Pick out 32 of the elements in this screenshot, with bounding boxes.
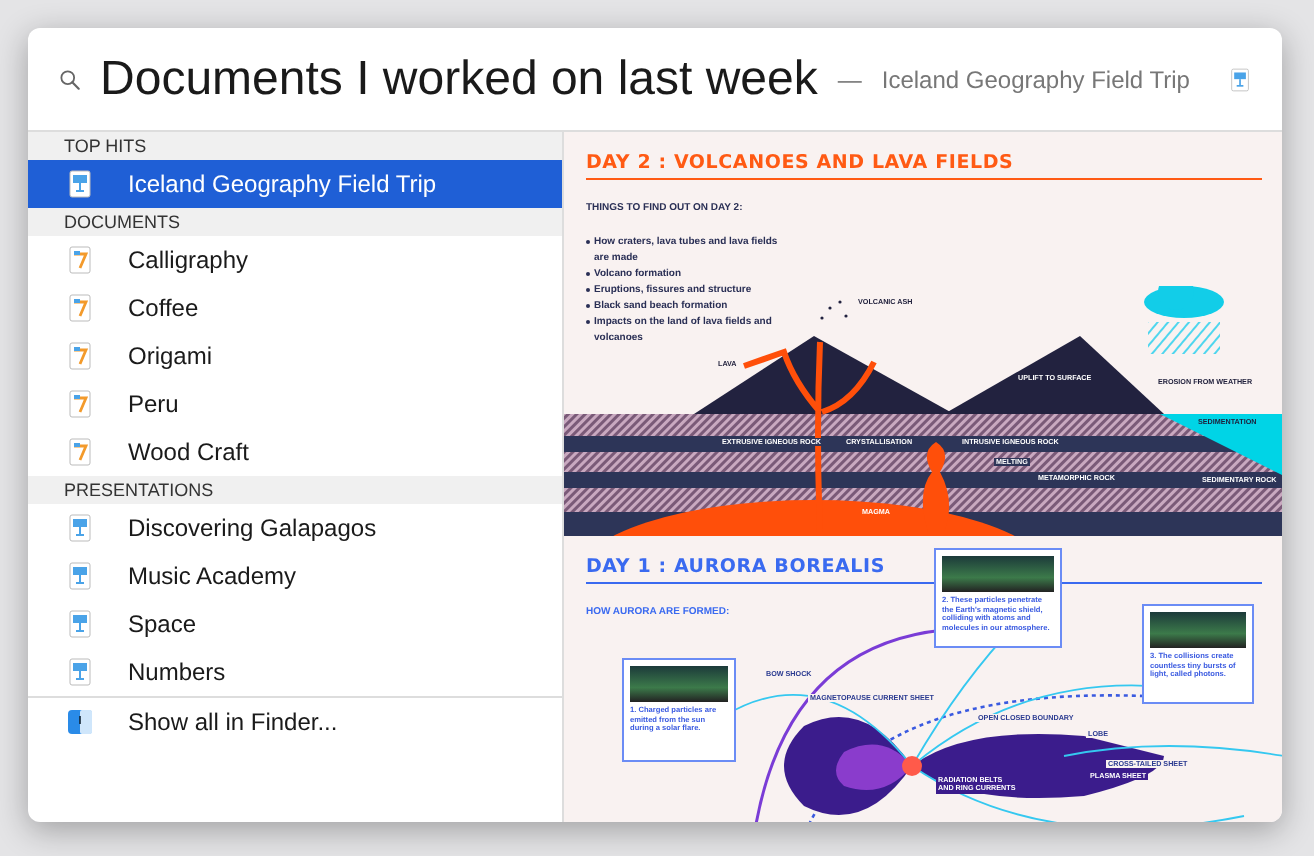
section-header: TOP HITS bbox=[28, 132, 562, 160]
result-item[interactable]: Discovering Galapagos bbox=[28, 504, 562, 552]
result-item[interactable]: Numbers bbox=[28, 648, 562, 696]
result-item[interactable]: Wood Craft bbox=[28, 428, 562, 476]
document-file-icon bbox=[68, 294, 92, 322]
document-file-icon bbox=[68, 390, 92, 418]
document-file-icon bbox=[68, 246, 92, 274]
presentation-file-icon bbox=[68, 170, 92, 198]
result-item[interactable]: Calligraphy bbox=[28, 236, 562, 284]
presentation-file-icon bbox=[68, 658, 92, 686]
result-item[interactable]: Origami bbox=[28, 332, 562, 380]
section-title: DAY 2 : VOLCANOES AND LAVA FIELDS bbox=[586, 152, 1262, 180]
result-item[interactable]: Iceland Geography Field Trip bbox=[28, 160, 562, 208]
presentation-file-icon bbox=[68, 562, 92, 590]
section-header: DOCUMENTS bbox=[28, 208, 562, 236]
finder-icon bbox=[68, 710, 92, 734]
separator-dash: — bbox=[837, 65, 862, 93]
photo-placeholder bbox=[942, 556, 1054, 592]
result-item[interactable]: Peru bbox=[28, 380, 562, 428]
top-hit-hint: Iceland Geography Field Trip bbox=[881, 65, 1190, 93]
photo-placeholder bbox=[1150, 612, 1246, 648]
section-header: PRESENTATIONS bbox=[28, 476, 562, 504]
show-in-finder-item[interactable]: Show all in Finder... bbox=[28, 696, 562, 746]
document-file-icon bbox=[68, 342, 92, 370]
result-item[interactable]: Music Academy bbox=[28, 552, 562, 600]
search-query[interactable]: Documents I worked on last week bbox=[100, 51, 818, 107]
presentation-file-icon bbox=[68, 514, 92, 542]
result-item[interactable]: Coffee bbox=[28, 284, 562, 332]
result-item[interactable]: Space bbox=[28, 600, 562, 648]
photo-placeholder bbox=[630, 666, 728, 702]
presentation-file-icon bbox=[68, 610, 92, 638]
document-file-icon bbox=[68, 438, 92, 466]
